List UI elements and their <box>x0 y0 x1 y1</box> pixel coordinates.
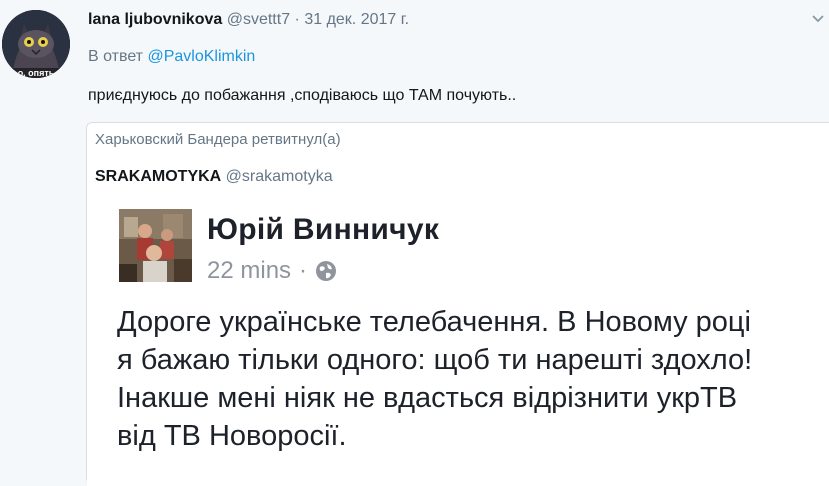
avatar-image: о, опять <box>2 10 70 78</box>
reply-prefix: В ответ <box>88 48 144 65</box>
tweet-date[interactable]: 31 дек. 2017 г. <box>304 11 409 28</box>
fb-post-line: від ТВ Новоросії. <box>117 420 347 452</box>
facebook-post-screenshot: Юрій Винничук 22 mins · Дороге українськ… <box>87 201 829 486</box>
reply-context: В ответ @PavloKlimkin <box>88 48 255 66</box>
tweet: о, опять lana ljubovnikova @svettt7 · 31… <box>0 0 829 486</box>
separator-dot: · <box>294 11 300 28</box>
fb-post-line: я бажаю тільки одного: щоб ти нарешті зд… <box>117 344 753 376</box>
tweet-header: lana ljubovnikova @svettt7 · 31 дек. 201… <box>88 11 409 29</box>
tweet-text: приєднуюсь до побажання ,сподіваюсь що Т… <box>88 87 517 104</box>
author-name[interactable]: lana ljubovnikova <box>88 11 222 28</box>
fb-post-line: Інакше мені ніяк не вдасться відрізнити … <box>117 382 738 414</box>
fb-meta-separator: · <box>299 257 308 284</box>
retweeted-by: Харьковский Бандера ретвитнул(а) <box>95 131 341 148</box>
fb-post-time: 22 mins <box>207 257 292 284</box>
fb-post-line: Дороге українське телебачення. В Новому … <box>117 306 751 338</box>
fb-profile-photo <box>119 209 192 282</box>
avatar-caption: о, опять <box>18 68 55 78</box>
quote-author: SRAKAMOTYKA @srakamotyka <box>95 168 333 186</box>
fb-post-text: Дороге українське телебачення. В Новому … <box>117 303 829 455</box>
chevron-down-icon[interactable] <box>811 12 825 26</box>
fb-post-meta: 22 mins · <box>207 257 337 285</box>
avatar[interactable]: о, опять <box>2 10 70 78</box>
quoted-tweet[interactable]: Харьковский Бандера ретвитнул(а) SRAKAMO… <box>86 122 829 486</box>
author-handle[interactable]: @svettt7 <box>227 11 290 28</box>
quote-author-handle[interactable]: @srakamotyka <box>226 168 333 185</box>
quote-author-name[interactable]: SRAKAMOTYKA <box>95 168 221 185</box>
fb-author-name: Юрій Винничук <box>207 213 440 246</box>
globe-icon <box>316 261 337 281</box>
reply-mention-link[interactable]: @PavloKlimkin <box>147 48 255 65</box>
